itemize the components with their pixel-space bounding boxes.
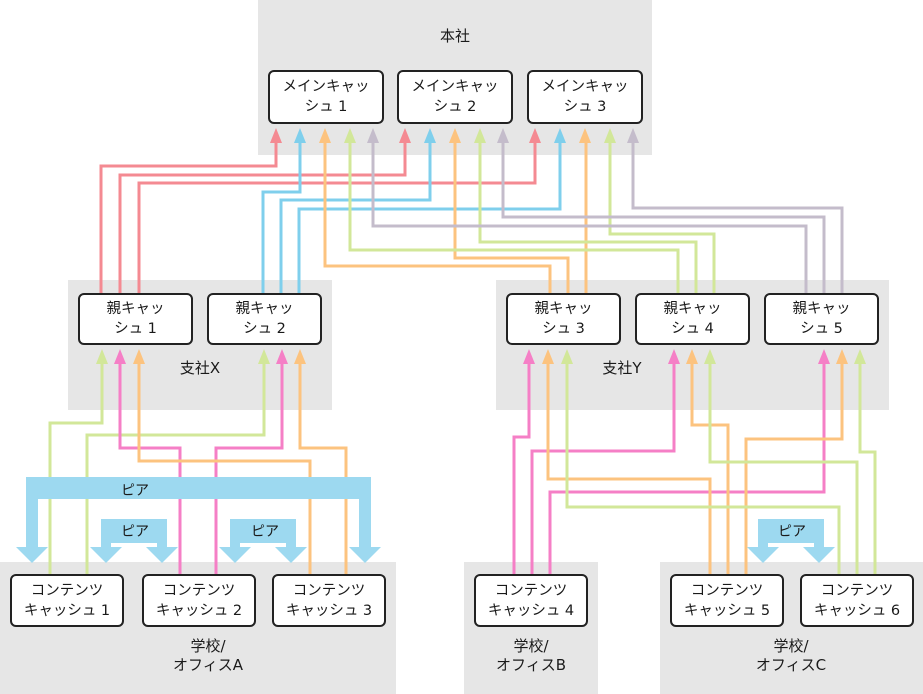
peer-label-c56: ピア [778,524,806,540]
wire-parent2-main3 [297,140,562,294]
peer-leg-outer-a-left [26,499,38,547]
wire-parent2-main1 [261,140,302,294]
wire-parent5-main1 [371,140,808,294]
peer-gap-a12 [111,543,157,547]
peer-arrowhead-a12-content1 [90,547,122,563]
wire-parent2-main2 [279,140,432,294]
content-cache-6: コンテンツ キャッシュ 6 [800,574,914,627]
peer-leg-c56-left [758,543,768,547]
peer-label-outer-a: ピア [121,483,149,499]
peer-arrowhead-c56-content5 [747,547,779,563]
peer-bar-outer-a [26,477,371,499]
parent-cache-4: 親キャッ シュ 4 [635,293,750,345]
content-cache-4: コンテンツ キャッシュ 4 [474,574,588,627]
peer-leg-a12-right [157,543,167,547]
peer-leg-a12-left [101,543,111,547]
peer-label-a23: ピア [251,524,279,540]
peer-arrowhead-a23-content3 [275,547,307,563]
content-cache-3: コンテンツ キャッシュ 3 [272,574,386,627]
peer-arrowhead-a12-content2 [146,547,178,563]
main-cache-2: メインキャッ シュ 2 [397,70,513,124]
wire-parent3-main1 [323,140,552,294]
main-cache-1: メインキャッ シュ 1 [268,70,384,124]
wire-parent4-main1 [348,140,680,294]
peer-leg-a23-left [230,543,240,547]
peer-arrowhead-content3 [349,547,381,563]
site-a-label: 学校/ オフィスA [173,637,243,674]
main-cache-3: メインキャッ シュ 3 [527,70,643,124]
wire-parent1-main3 [137,140,537,294]
peer-leg-outer-a-right [359,499,371,547]
site-c-label: 学校/ オフィスC [755,637,827,674]
parent-cache-3: 親キャッ シュ 3 [506,293,621,345]
peer-arrowhead-a23-content2 [219,547,251,563]
peer-arrowhead-c56-content6 [803,547,835,563]
peer-label-a12: ピア [121,524,149,540]
peer-leg-c56-right [814,543,824,547]
wire-parent4-main3 [608,140,716,294]
headquarters-label: 本社 [439,27,470,45]
wire-parent5-main2 [501,140,826,294]
wire-parent5-main3 [631,140,844,294]
peer-leg-a23-right [286,543,296,547]
branch-x-label: 支社X [179,359,221,377]
wire-parent3-main2 [453,140,570,294]
site-b-label: 学校/ オフィスB [496,637,566,674]
parent-cache-1: 親キャッ シュ 1 [78,293,193,345]
peer-arrowhead-content1 [16,547,48,563]
peer-gap-a23 [240,543,286,547]
content-cache-1: コンテンツ キャッシュ 1 [10,574,124,627]
wire-parent1-main1 [99,140,278,294]
wire-parent1-main2 [118,140,407,294]
parent-cache-5: 親キャッ シュ 5 [764,293,879,345]
parent-cache-2: 親キャッ シュ 2 [207,293,322,345]
branch-y-label: 支社Y [602,359,642,377]
peer-gap-c56 [768,543,814,547]
content-cache-2: コンテンツ キャッシュ 2 [142,574,256,627]
content-cache-5: コンテンツ キャッシュ 5 [670,574,784,627]
wire-parent4-main2 [478,140,698,294]
